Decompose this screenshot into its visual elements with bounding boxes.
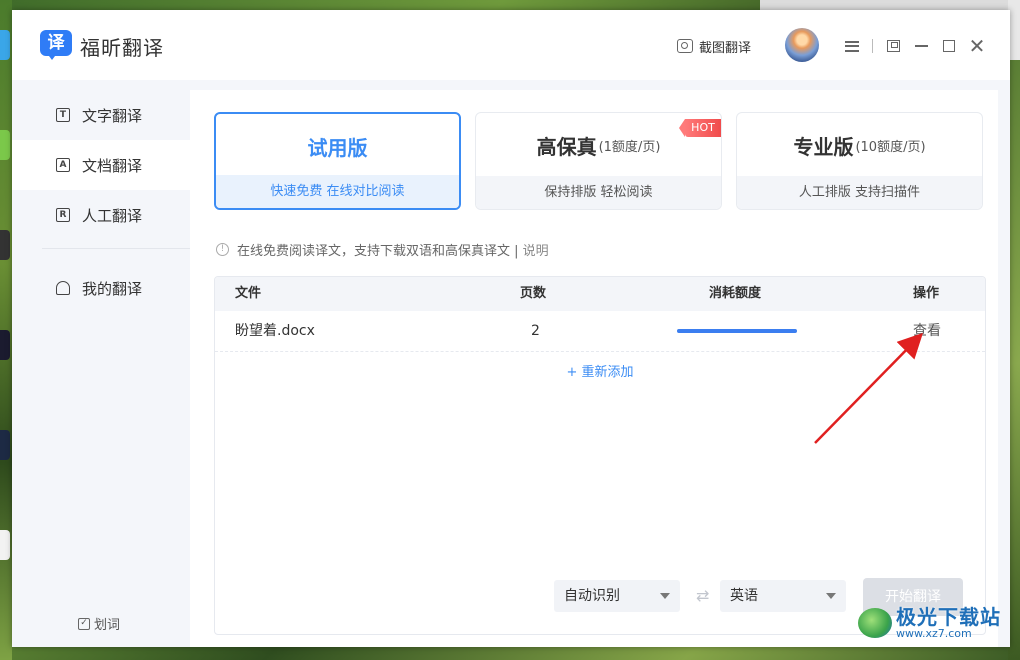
col-pages: 页数 [520, 286, 547, 301]
watermark-title: 极光下载站 [896, 605, 1001, 629]
title-bar: 译 福昕翻译 截图翻译 ✕ [12, 10, 1010, 80]
quota-progress-fill [677, 329, 797, 333]
source-language-value: 自动识别 [564, 588, 620, 604]
close-button[interactable]: ✕ [963, 32, 991, 60]
huaci-toggle[interactable]: ✓ 划词 [78, 614, 120, 633]
plan-title-text: 高保真 [536, 134, 597, 159]
maximize-icon [943, 40, 955, 52]
swap-languages-icon[interactable]: ⇄ [696, 586, 709, 605]
table-row: 盼望着.docx 2 查看 [215, 311, 985, 352]
screenshot-translate-label: 截图翻译 [699, 40, 752, 56]
chevron-down-icon [660, 593, 670, 599]
plan-title-text: 专业版 [793, 134, 854, 159]
doc-translate-icon: A [56, 158, 70, 172]
info-icon: ! [216, 243, 229, 256]
file-name: 盼望着.docx [235, 323, 315, 339]
sidebar-item-doc-translate[interactable]: A 文档翻译 [12, 140, 190, 190]
sidebar-item-human-translate[interactable]: R 人工翻译 [12, 190, 190, 240]
avatar[interactable] [785, 28, 819, 62]
desktop-app-icon [0, 130, 10, 160]
pip-icon [886, 40, 900, 52]
quota-progress-bar [677, 329, 797, 333]
target-language-select[interactable]: 英语 [720, 580, 846, 612]
plan-card-hifi[interactable]: HOT 高保真 (1额度/页) 保持排版 轻松阅读 [475, 112, 722, 210]
plan-subtitle: (1额度/页) [598, 139, 661, 155]
chevron-down-icon [826, 593, 836, 599]
camera-icon [677, 39, 693, 53]
app-title: 福昕翻译 [80, 36, 164, 60]
divider [872, 39, 873, 53]
menu-icon [845, 40, 859, 52]
sidebar-item-label: 文字翻译 [82, 106, 143, 125]
minimize-icon [914, 45, 928, 47]
user-icon [56, 281, 70, 295]
plan-footer: 快速免费 在线对比阅读 [216, 175, 459, 208]
notice-text: 在线免费阅读译文，支持下载双语和高保真译文 | [237, 244, 519, 259]
plan-title: 试用版 [216, 114, 459, 178]
sidebar-item-label: 文档翻译 [82, 156, 143, 175]
maximize-button[interactable] [935, 32, 963, 60]
sidebar-divider [42, 248, 190, 249]
plan-footer: 人工排版 支持扫描件 [737, 176, 982, 209]
view-button[interactable]: 查看 [913, 311, 941, 351]
target-language-value: 英语 [730, 588, 758, 604]
desktop-app-icon [0, 30, 10, 60]
desktop-app-icon [0, 530, 10, 560]
menu-button[interactable] [838, 32, 866, 60]
plan-card-pro[interactable]: 专业版 (10额度/页) 人工排版 支持扫描件 [736, 112, 983, 210]
plan-title-text: 试用版 [307, 135, 368, 160]
huaci-label: 划词 [94, 618, 121, 633]
plan-title: 高保真 (1额度/页) [476, 113, 721, 177]
desktop-app-icon [0, 330, 10, 360]
watermark-url: www.xz7.com [896, 627, 972, 640]
site-watermark: 极光下载站 www.xz7.com [858, 606, 1001, 640]
desktop-background-left [0, 0, 12, 660]
app-logo-icon: 译 [40, 30, 74, 60]
text-translate-icon: T [56, 108, 70, 122]
close-icon: ✕ [968, 34, 986, 58]
notice-help-link[interactable]: 说明 [523, 244, 549, 259]
page-count: 2 [531, 323, 540, 339]
desktop-app-icon [0, 430, 10, 460]
screenshot-translate-button[interactable]: 截图翻译 [677, 35, 751, 57]
add-again-button[interactable]: + 重新添加 [215, 361, 985, 380]
col-action: 操作 [913, 286, 940, 301]
plan-subtitle: (10额度/页) [855, 139, 926, 155]
plan-card-trial[interactable]: 试用版 快速免费 在线对比阅读 [214, 112, 461, 210]
desktop-app-icon [0, 230, 10, 260]
sidebar-item-text-translate[interactable]: T 文字翻译 [12, 90, 190, 140]
app-window: 译 福昕翻译 截图翻译 ✕ T 文字翻译 A 文档翻译 R 人工翻译 我的翻译 … [12, 10, 1010, 647]
minimize-button[interactable] [907, 32, 935, 60]
plan-footer: 保持排版 轻松阅读 [476, 176, 721, 209]
human-translate-icon: R [56, 208, 70, 222]
window-controls: ✕ [838, 32, 991, 60]
plan-title: 专业版 (10额度/页) [737, 113, 982, 177]
main-panel: 试用版 快速免费 在线对比阅读 HOT 高保真 (1额度/页) 保持排版 轻松阅读… [190, 90, 998, 647]
sidebar: T 文字翻译 A 文档翻译 R 人工翻译 我的翻译 [12, 90, 190, 647]
sidebar-item-label: 我的翻译 [82, 279, 143, 298]
mini-mode-button[interactable] [879, 32, 907, 60]
sidebar-item-label: 人工翻译 [82, 206, 143, 225]
sidebar-item-my-translations[interactable]: 我的翻译 [12, 263, 190, 313]
col-quota: 消耗额度 [709, 286, 762, 301]
source-language-select[interactable]: 自动识别 [554, 580, 680, 612]
checkbox-checked-icon: ✓ [78, 617, 90, 630]
table-header: 文件 页数 消耗额度 操作 [215, 277, 985, 311]
col-file: 文件 [235, 286, 262, 301]
watermark-logo-icon [858, 608, 892, 638]
notice-line: ! 在线免费阅读译文，支持下载双语和高保真译文 | 说明 [216, 240, 549, 259]
